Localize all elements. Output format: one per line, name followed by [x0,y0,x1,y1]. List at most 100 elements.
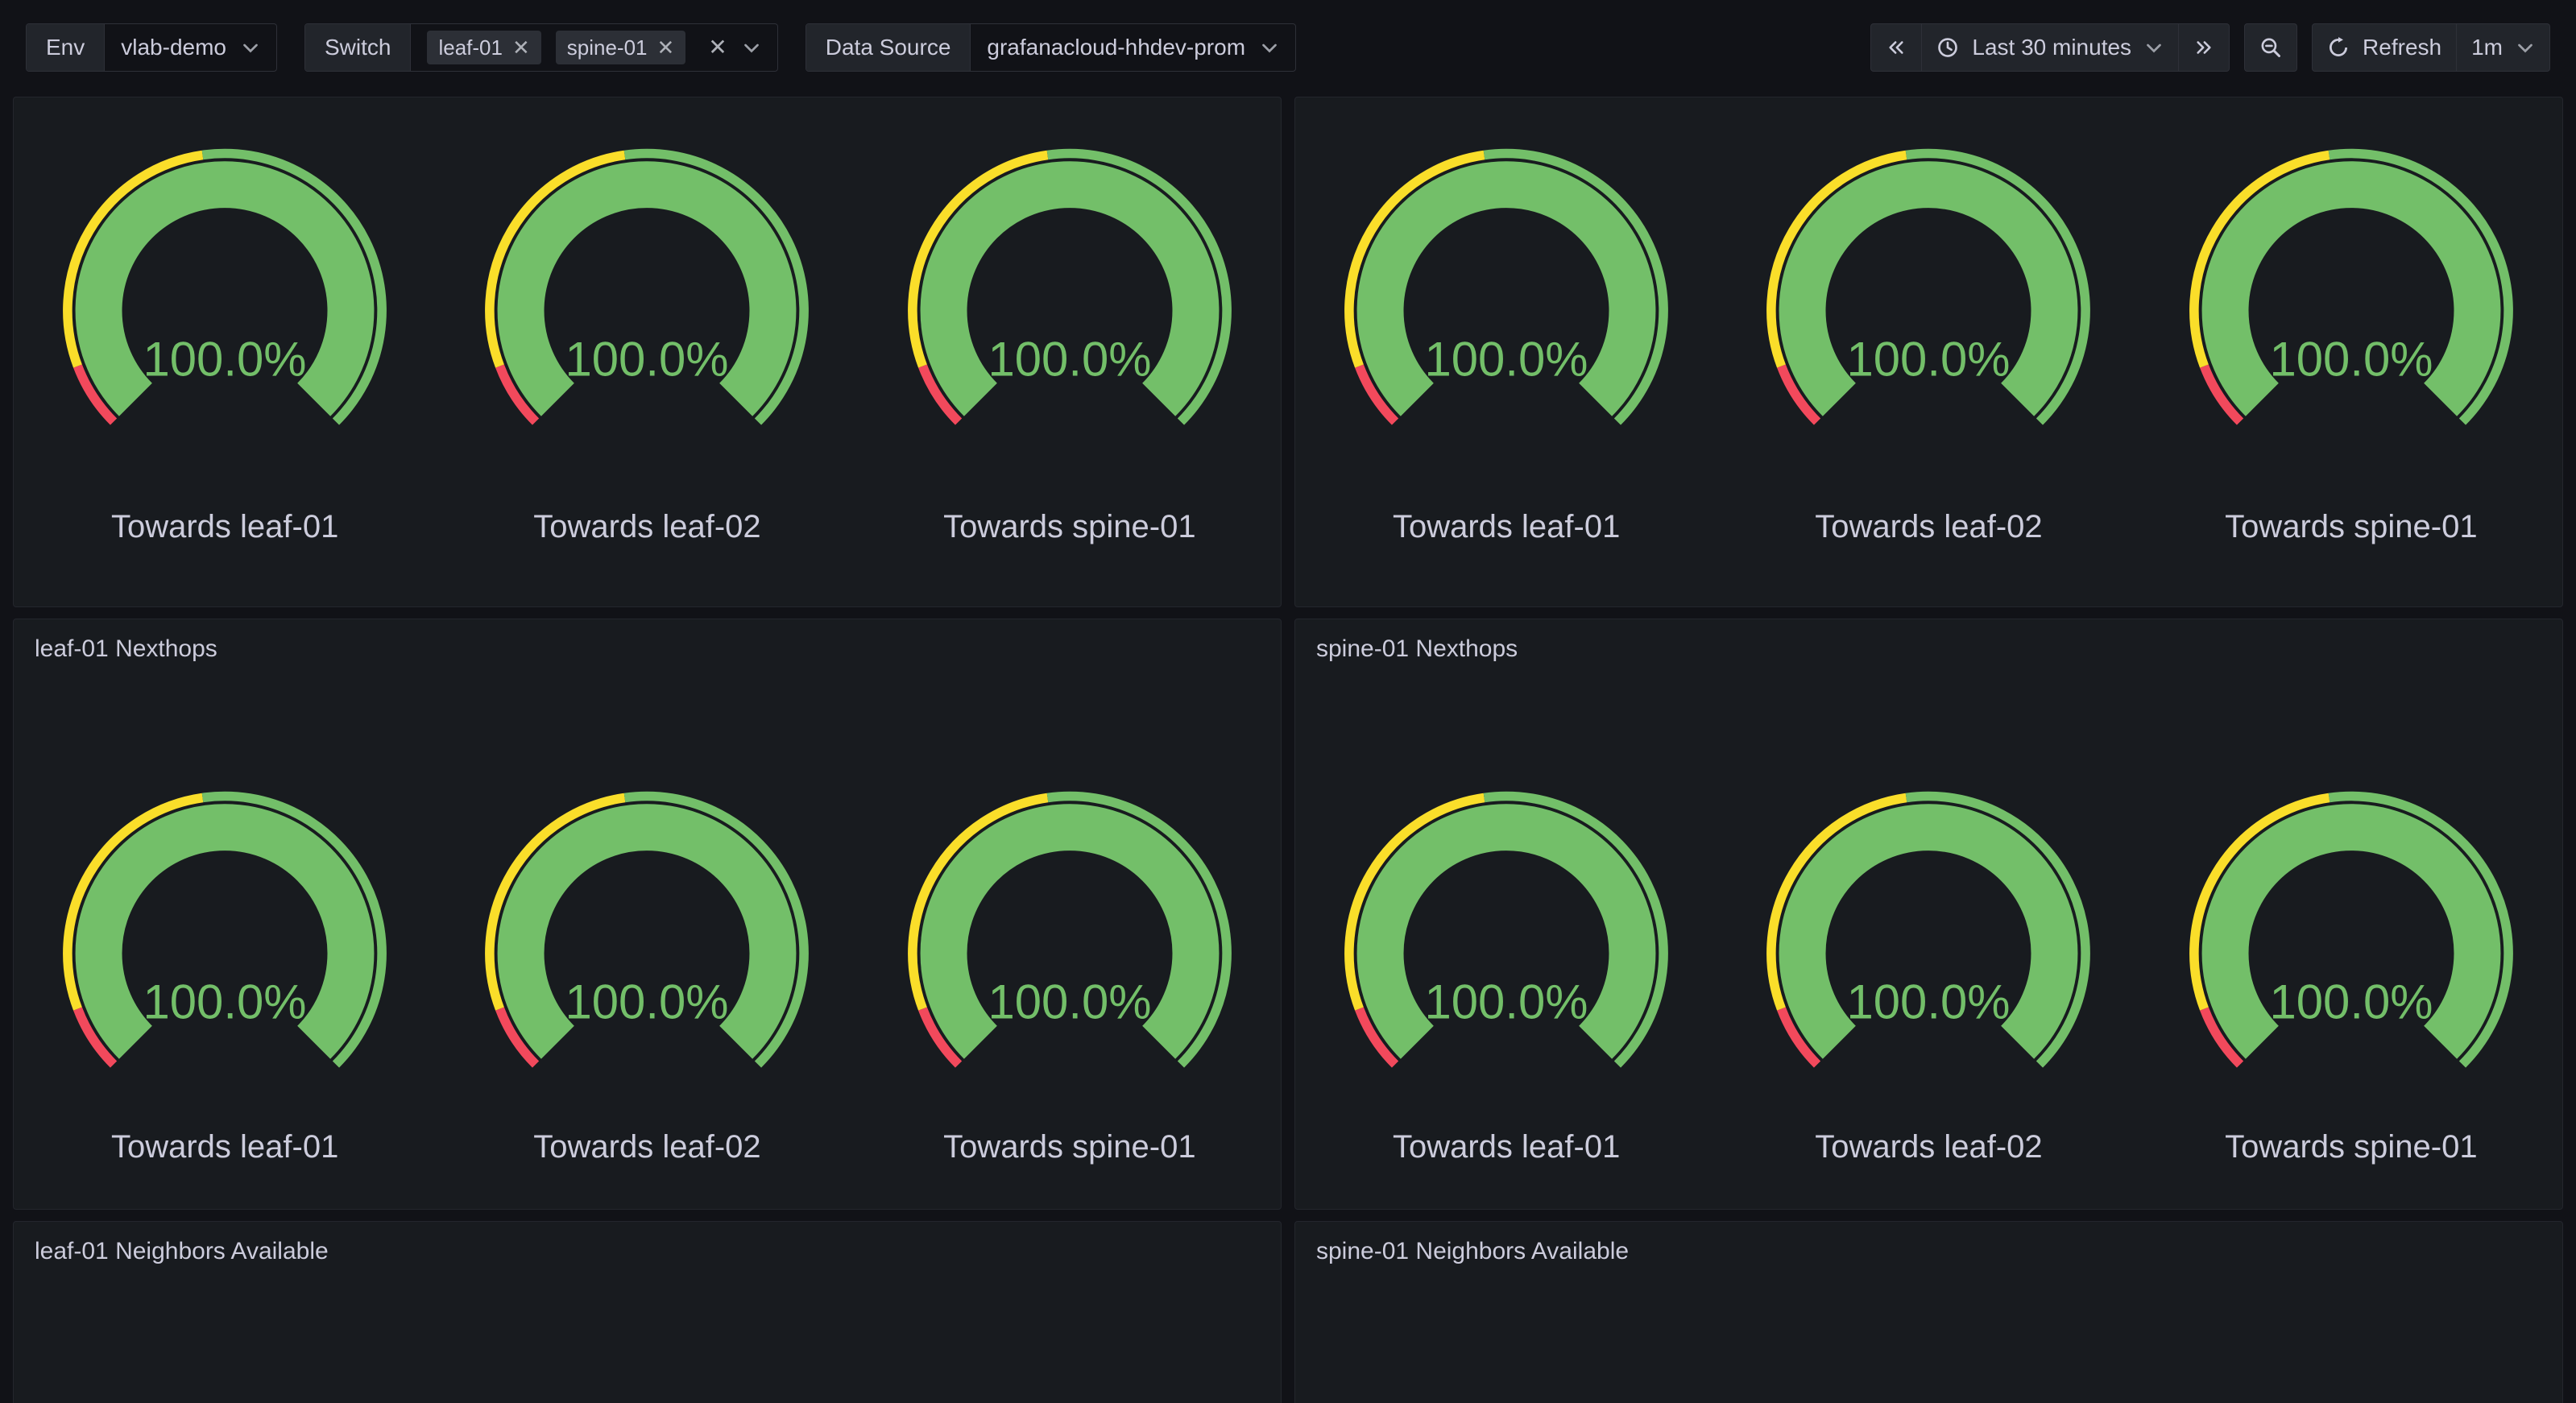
gauge: 100.0% Towards leaf-01 [1295,143,1717,606]
angle-double-right-icon [2193,37,2214,58]
gauge-label: Towards leaf-02 [533,1129,760,1165]
switch-chip-label: spine-01 [567,35,648,60]
panel-nexthops-cropped-right: 100.0% Towards leaf-01 100.0% Towards le… [1294,97,2563,607]
gauge-arc: 100.0% [2164,143,2538,438]
time-shift-back-button[interactable] [1870,23,1922,72]
gauge-label: Towards spine-01 [2225,509,2478,545]
gauge-label: Towards leaf-02 [533,509,760,545]
chip-close-icon[interactable]: ✕ [656,37,674,58]
datasource-variable-label: Data Source [806,24,971,71]
env-variable: Env vlab-demo [26,23,277,72]
gauge-value: 100.0% [143,333,307,387]
switch-chip: spine-01 ✕ [556,31,686,64]
time-picker-group: Last 30 minutes [1870,23,2230,72]
gauge-value: 100.0% [988,333,1151,387]
gauge-value: 100.0% [1425,333,1588,387]
gauge: 100.0% Towards leaf-01 [14,143,436,606]
env-variable-select[interactable]: vlab-demo [105,24,276,71]
gauge-label: Towards leaf-01 [111,1129,338,1165]
chevron-down-icon [2144,38,2164,57]
gauge-value: 100.0% [565,975,729,1029]
clock-icon [1936,36,1959,59]
gauge: 100.0% Towards spine-01 [2140,785,2562,1209]
gauge-label: Towards leaf-01 [1393,1129,1620,1165]
refresh-button[interactable]: Refresh [2312,23,2457,72]
panel-leaf-01-neighbors-available: leaf-01 Neighbors Available [13,1221,1282,1403]
dashboard-grid: 100.0% Towards leaf-01 100.0% Towards le… [13,97,2563,1403]
gauge: 100.0% Towards spine-01 [2140,143,2562,606]
gauge-arc: 100.0% [883,143,1257,438]
switch-variable: Switch leaf-01 ✕ spine-01 ✕ ✕ [304,23,778,72]
panel-nexthops-cropped-left: 100.0% Towards leaf-01 100.0% Towards le… [13,97,1282,607]
switch-variable-select[interactable]: leaf-01 ✕ spine-01 ✕ ✕ [411,24,777,71]
panel-title[interactable]: spine-01 Neighbors Available [1295,1222,2562,1265]
gauge-label: Towards spine-01 [2225,1129,2478,1165]
gauge-row: 100.0% Towards leaf-01 100.0% Towards le… [1295,97,2562,606]
refresh-icon [2327,36,2350,59]
gauge-value: 100.0% [565,333,729,387]
clear-selection-icon[interactable]: ✕ [708,36,727,59]
gauge-label: Towards leaf-02 [1815,509,2042,545]
panel-leaf-01-nexthops: leaf-01 Nexthops 100.0% Towards leaf-01 … [13,619,1282,1210]
refresh-group: Refresh 1m [2312,23,2550,72]
chip-close-icon[interactable]: ✕ [512,37,530,58]
time-range-button[interactable]: Last 30 minutes [1922,23,2179,72]
gauge: 100.0% Towards leaf-01 [1295,785,1717,1209]
env-variable-label: Env [27,24,105,71]
gauge: 100.0% Towards leaf-01 [14,785,436,1209]
switch-chip: leaf-01 ✕ [427,31,540,64]
gauge-label: Towards leaf-01 [111,509,338,545]
gauge-arc: 100.0% [38,143,412,438]
zoom-out-button[interactable] [2244,23,2297,72]
gauge-arc: 100.0% [460,143,834,438]
gauge-arc: 100.0% [38,785,412,1081]
gauge-value: 100.0% [1847,975,2011,1029]
gauge-label: Towards leaf-02 [1815,1129,2042,1165]
datasource-variable-select[interactable]: grafanacloud-hhdev-prom [971,24,1295,71]
gauge-row: 100.0% Towards leaf-01 100.0% Towards le… [14,663,1281,1209]
gauge-arc: 100.0% [1741,143,2115,438]
gauge: 100.0% Towards spine-01 [859,143,1281,606]
gauge-value: 100.0% [2269,975,2433,1029]
panel-title[interactable]: leaf-01 Neighbors Available [14,1222,1281,1265]
time-shift-forward-button[interactable] [2179,23,2230,72]
switch-variable-label: Switch [305,24,411,71]
gauge: 100.0% Towards spine-01 [859,785,1281,1209]
gauge-value: 100.0% [1425,975,1588,1029]
angle-double-left-icon [1886,37,1907,58]
gauge-value: 100.0% [2269,333,2433,387]
refresh-interval-value: 1m [2471,35,2503,60]
datasource-variable: Data Source grafanacloud-hhdev-prom [806,23,1296,72]
chevron-down-icon [241,38,260,57]
dashboard-toolbar: Env vlab-demo Switch leaf-01 ✕ spine-01 … [0,0,2576,95]
gauge-row: 100.0% Towards leaf-01 100.0% Towards le… [14,97,1281,606]
panel-title[interactable]: leaf-01 Nexthops [14,619,1281,663]
gauge-arc: 100.0% [1319,785,1693,1081]
refresh-interval-select[interactable]: 1m [2457,23,2550,72]
panel-spine-01-neighbors-available: spine-01 Neighbors Available [1294,1221,2563,1403]
gauge: 100.0% Towards leaf-02 [436,143,858,606]
search-minus-icon [2259,36,2282,59]
panel-title[interactable]: spine-01 Nexthops [1295,619,2562,663]
refresh-label: Refresh [2363,35,2441,60]
panel-spine-01-nexthops: spine-01 Nexthops 100.0% Towards leaf-01… [1294,619,2563,1210]
chevron-down-icon [2516,38,2535,57]
env-variable-value: vlab-demo [121,35,226,60]
time-controls: Last 30 minutes Refresh [1870,23,2550,72]
chevron-down-icon [1260,38,1279,57]
gauge-value: 100.0% [143,975,307,1029]
gauge: 100.0% Towards leaf-02 [1717,143,2139,606]
gauge-label: Towards spine-01 [943,509,1196,545]
gauge-arc: 100.0% [883,785,1257,1081]
chevron-down-icon [742,38,761,57]
switch-chip-label: leaf-01 [438,35,503,60]
variable-controls: Env vlab-demo Switch leaf-01 ✕ spine-01 … [26,23,1296,72]
gauge: 100.0% Towards leaf-02 [1717,785,2139,1209]
datasource-variable-value: grafanacloud-hhdev-prom [987,35,1245,60]
gauge-label: Towards spine-01 [943,1129,1196,1165]
gauge-value: 100.0% [1847,333,2011,387]
time-range-label: Last 30 minutes [1972,35,2131,60]
gauge-row: 100.0% Towards leaf-01 100.0% Towards le… [1295,663,2562,1209]
gauge: 100.0% Towards leaf-02 [436,785,858,1209]
gauge-arc: 100.0% [1741,785,2115,1081]
